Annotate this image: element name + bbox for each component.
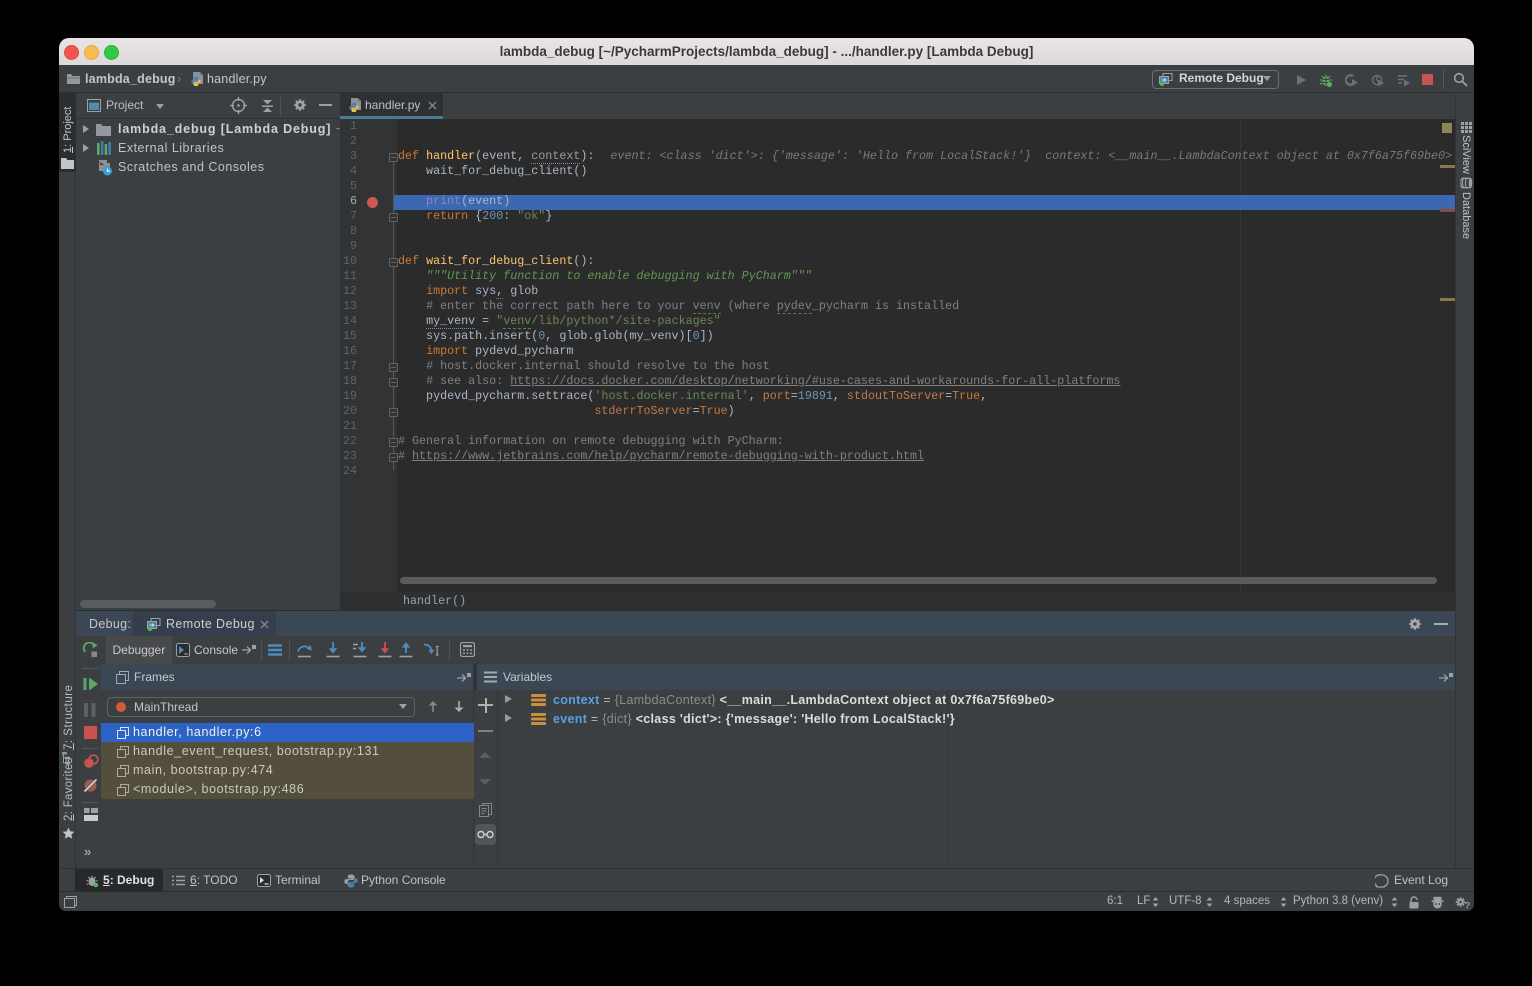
svg-text:?: ? <box>1465 901 1471 910</box>
